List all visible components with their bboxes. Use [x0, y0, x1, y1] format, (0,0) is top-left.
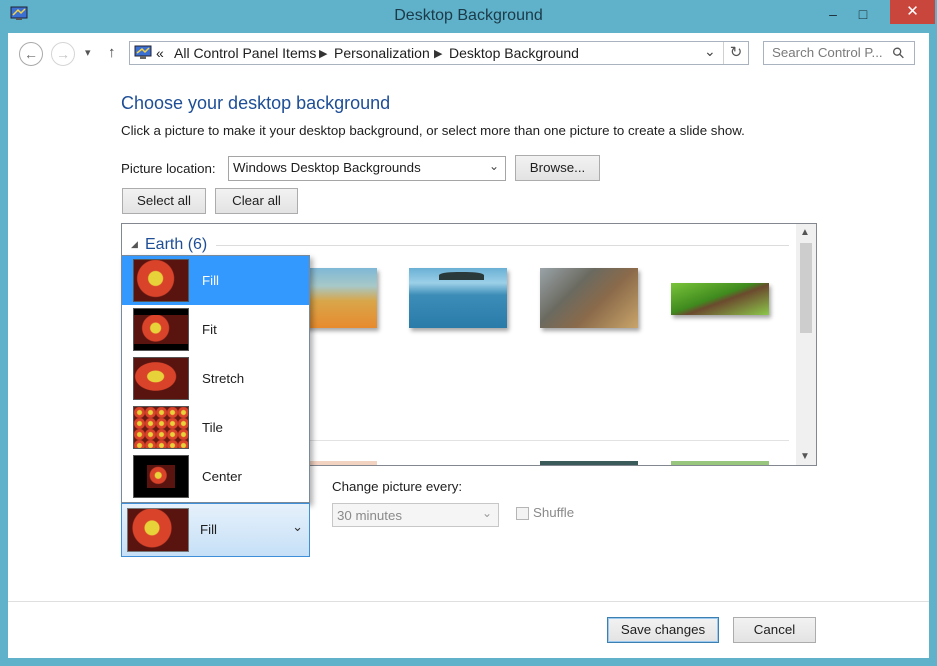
- page-title: Choose your desktop background: [121, 93, 391, 113]
- breadcrumb-personalization[interactable]: Personalization: [334, 45, 430, 61]
- menu-option-label: Tile: [202, 420, 223, 435]
- scroll-thumb[interactable]: [800, 243, 812, 333]
- menu-option-label: Stretch: [202, 371, 245, 386]
- menu-option-stretch[interactable]: Stretch: [122, 354, 309, 403]
- scroll-down-icon[interactable]: ▼: [800, 451, 810, 462]
- menu-option-tile[interactable]: Tile: [122, 403, 309, 452]
- picture-position-select[interactable]: Fill ⌄: [121, 503, 310, 557]
- thumbnail-ocean-rocks[interactable]: [409, 268, 507, 328]
- thumbnail-partial[interactable]: [671, 461, 769, 465]
- chevron-down-icon: ⌄: [481, 506, 492, 520]
- breadcrumb-all-control-panel-items[interactable]: All Control Panel Items: [174, 45, 316, 61]
- picture-location-select[interactable]: Windows Desktop Backgrounds ⌄: [228, 156, 506, 181]
- breadcrumb-desktop-background[interactable]: Desktop Background: [449, 45, 579, 61]
- stretch-preview-icon: [133, 357, 189, 400]
- close-button[interactable]: ✕: [890, 0, 935, 24]
- fit-preview-icon: [133, 308, 189, 351]
- fill-preview-icon: [133, 259, 189, 302]
- control-panel-icon: [134, 45, 152, 59]
- recent-locations-button[interactable]: ▾: [85, 46, 91, 59]
- menu-option-label: Center: [202, 469, 242, 484]
- address-dropdown-icon[interactable]: ⌄: [704, 43, 716, 60]
- select-all-button[interactable]: Select all: [122, 188, 206, 214]
- thumbnail-rock-pier[interactable]: [540, 268, 638, 328]
- scroll-up-icon[interactable]: ▲: [800, 227, 810, 238]
- picture-location-label: Picture location:: [121, 161, 216, 176]
- chevron-right-icon[interactable]: ▶: [319, 47, 327, 60]
- change-picture-label: Change picture every:: [332, 479, 463, 494]
- menu-option-fit[interactable]: Fit: [122, 305, 309, 354]
- collapse-group-icon[interactable]: ◢: [131, 239, 138, 250]
- thumbnail-green-hills[interactable]: [671, 283, 769, 315]
- page-description: Click a picture to make it your desktop …: [121, 123, 745, 138]
- interval-select[interactable]: 30 minutes ⌄: [332, 503, 499, 527]
- forward-button[interactable]: →: [51, 42, 75, 66]
- address-overflow[interactable]: «: [156, 45, 164, 61]
- picture-position-value: Fill: [200, 522, 217, 537]
- thumbnail-partial[interactable]: [300, 461, 377, 465]
- interval-value: 30 minutes: [337, 508, 403, 523]
- picture-position-menu: Fill Fit Stretch Tile Center: [121, 255, 310, 503]
- menu-option-center[interactable]: Center: [122, 452, 309, 501]
- minimize-button[interactable]: –: [820, 4, 846, 24]
- window-title: Desktop Background: [394, 7, 543, 24]
- chevron-right-icon[interactable]: ▶: [434, 47, 442, 60]
- thumbnail-partial[interactable]: [540, 461, 638, 465]
- chevron-down-icon: ⌄: [292, 519, 303, 534]
- up-button[interactable]: ↑: [108, 44, 116, 61]
- search-placeholder: Search Control P...: [772, 45, 883, 60]
- refresh-button[interactable]: ↻: [723, 42, 748, 64]
- chevron-down-icon: ⌄: [488, 159, 499, 173]
- shuffle-checkbox[interactable]: [516, 507, 529, 520]
- menu-option-fill[interactable]: Fill: [122, 256, 309, 305]
- back-button[interactable]: ←: [19, 42, 43, 66]
- picture-location-value: Windows Desktop Backgrounds: [233, 160, 421, 175]
- menu-option-label: Fit: [202, 322, 217, 337]
- center-preview-icon: [133, 455, 189, 498]
- group-divider: [216, 245, 789, 246]
- fill-preview-icon: [127, 508, 189, 552]
- menu-option-label: Fill: [202, 273, 219, 288]
- thumbnail-wheat-field[interactable]: [300, 268, 377, 328]
- shuffle-label: Shuffle: [533, 505, 575, 520]
- footer-divider: [8, 601, 929, 602]
- browse-button[interactable]: Browse...: [515, 155, 600, 181]
- save-changes-button[interactable]: Save changes: [607, 617, 719, 643]
- rock-shape: [439, 272, 484, 280]
- tile-preview-icon: [133, 406, 189, 449]
- cancel-button[interactable]: Cancel: [733, 617, 816, 643]
- group-header-earth[interactable]: Earth (6): [145, 236, 207, 254]
- clear-all-button[interactable]: Clear all: [215, 188, 298, 214]
- maximize-button[interactable]: □: [850, 4, 876, 24]
